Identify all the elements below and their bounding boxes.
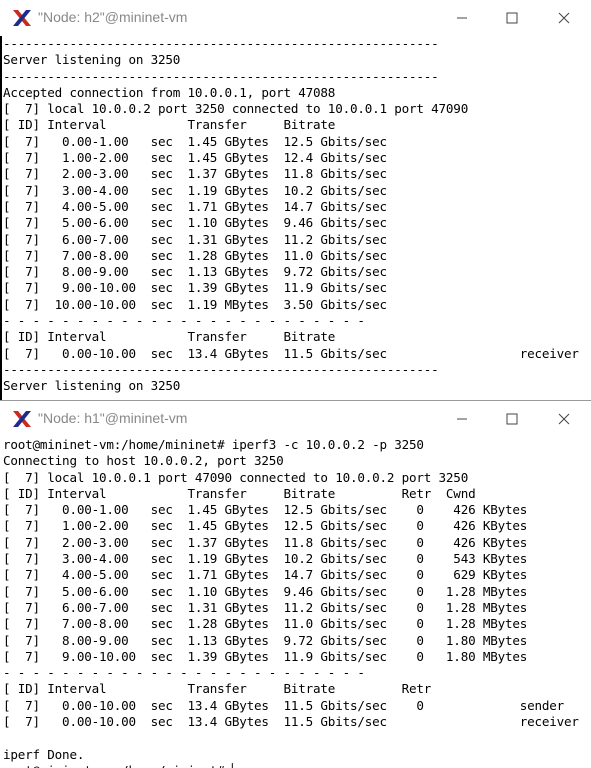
minimize-icon [457,17,467,19]
terminal-line: ----------------------------------------… [3,68,439,84]
maximize-icon [506,12,518,24]
terminal-line: root@mininet-vm:/home/mininet# ▏ [3,763,591,768]
window-title: "Node: h1"@mininet-vm [38,410,188,426]
terminal-line: [ 7] 4.00-5.00 sec 1.71 GBytes 14.7 Gbit… [3,567,528,583]
terminal-line: Server listening on 3250 [3,378,181,394]
terminal-line: [ 7] 0.00-1.00 sec 1.45 GBytes 12.5 Gbit… [3,502,528,518]
terminal-line: ----------------------------------------… [3,361,439,377]
terminal-line: [ 7] 5.00-6.00 sec 1.10 GBytes 9.46 Gbit… [3,583,528,599]
title-bar[interactable]: "Node: h1"@mininet-vm [0,401,591,437]
terminal-line: - - - - - - - - - - - - - - - - - - - - … [3,313,365,329]
terminal-line: [ 7] 3.00-4.00 sec 1.19 GBytes 10.2 Gbit… [3,182,387,198]
terminal-line: [ 7] local 10.0.0.2 port 3250 connected … [3,101,469,117]
terminal-line: Connecting to host 10.0.0.2, port 3250 [3,453,284,469]
terminal-line: [ 7] 1.00-2.00 sec 1.45 GBytes 12.4 Gbit… [3,150,387,166]
terminal-output[interactable]: root@mininet-vm:/home/mininet# iperf3 -c… [0,437,591,768]
terminal-line: [ 7] 8.00-9.00 sec 1.13 GBytes 9.72 Gbit… [3,632,528,648]
terminal-line: [ 7] 8.00-9.00 sec 1.13 GBytes 9.72 Gbit… [3,264,387,280]
maximize-button[interactable] [489,3,535,33]
close-icon [558,12,570,24]
close-button[interactable] [541,3,587,33]
terminal-line: [ 7] 4.00-5.00 sec 1.71 GBytes 14.7 Gbit… [3,198,387,214]
terminal-line: [ 7] 2.00-3.00 sec 1.37 GBytes 11.8 Gbit… [3,166,387,182]
terminal-line: [ 7] 2.00-3.00 sec 1.37 GBytes 11.8 Gbit… [3,534,528,550]
close-icon [558,413,570,425]
terminal-line: ----------------------------------------… [3,36,439,51]
terminal-line: [ 7] 5.00-6.00 sec 1.10 GBytes 9.46 Gbit… [3,215,387,231]
terminal-output[interactable]: ----------------------------------------… [0,36,591,395]
terminal-line: Server listening on 3250 [3,52,181,68]
terminal-window-h1[interactable]: "Node: h1"@mininet-vm root@mininet-vm:/h… [0,400,591,768]
terminal-window-h2[interactable]: "Node: h2"@mininet-vm ------------------… [0,0,591,400]
terminal-line: root@mininet-vm:/home/mininet# iperf3 -c… [3,437,424,452]
title-bar[interactable]: "Node: h2"@mininet-vm [0,0,591,36]
terminal-line: Accepted connection from 10.0.0.1, port … [3,84,336,100]
terminal-line: [ 7] 0.00-10.00 sec 13.4 GBytes 11.5 Gbi… [3,345,579,361]
maximize-icon [506,413,518,425]
terminal-line: [ 7] 7.00-8.00 sec 1.28 GBytes 11.0 Gbit… [3,247,387,263]
terminal-line: [ 7] 9.00-10.00 sec 1.39 GBytes 11.9 Gbi… [3,648,528,664]
terminal-line: [ 7] 0.00-10.00 sec 13.4 GBytes 11.5 Gbi… [3,714,579,730]
terminal-line: [ ID] Interval Transfer Bitrate [3,329,336,345]
terminal-line: - - - - - - - - - - - - - - - - - - - - … [3,665,365,681]
x11-app-icon [12,9,32,27]
x11-app-icon [12,410,32,428]
terminal-line: [ 7] 0.00-1.00 sec 1.45 GBytes 12.5 Gbit… [3,133,387,149]
terminal-line: [ 7] 7.00-8.00 sec 1.28 GBytes 11.0 Gbit… [3,616,528,632]
terminal-line: [ 7] local 10.0.0.1 port 47090 connected… [3,469,469,485]
minimize-button[interactable] [439,404,485,434]
minimize-icon [457,418,467,420]
terminal-line: [ 7] 6.00-7.00 sec 1.31 GBytes 11.2 Gbit… [3,231,387,247]
minimize-button[interactable] [439,3,485,33]
terminal-line: [ 7] 1.00-2.00 sec 1.45 GBytes 12.5 Gbit… [3,518,528,534]
terminal-line: [ ID] Interval Transfer Bitrate Retr Cwn… [3,485,476,501]
window-title: "Node: h2"@mininet-vm [38,9,188,25]
terminal-line: iperf Done. [3,746,85,762]
terminal-line: [ 7] 3.00-4.00 sec 1.19 GBytes 10.2 Gbit… [3,551,528,567]
terminal-line: [ ID] Interval Transfer Bitrate Retr [3,681,432,697]
maximize-button[interactable] [489,404,535,434]
terminal-line: [ 7] 9.00-10.00 sec 1.39 GBytes 11.9 Gbi… [3,280,387,296]
close-button[interactable] [541,404,587,434]
terminal-line: [ 7] 6.00-7.00 sec 1.31 GBytes 11.2 Gbit… [3,599,528,615]
terminal-line: [ ID] Interval Transfer Bitrate [3,117,336,133]
terminal-line: [ 7] 10.00-10.00 sec 1.19 MBytes 3.50 Gb… [3,296,387,312]
terminal-line: [ 7] 0.00-10.00 sec 13.4 GBytes 11.5 Gbi… [3,697,565,713]
